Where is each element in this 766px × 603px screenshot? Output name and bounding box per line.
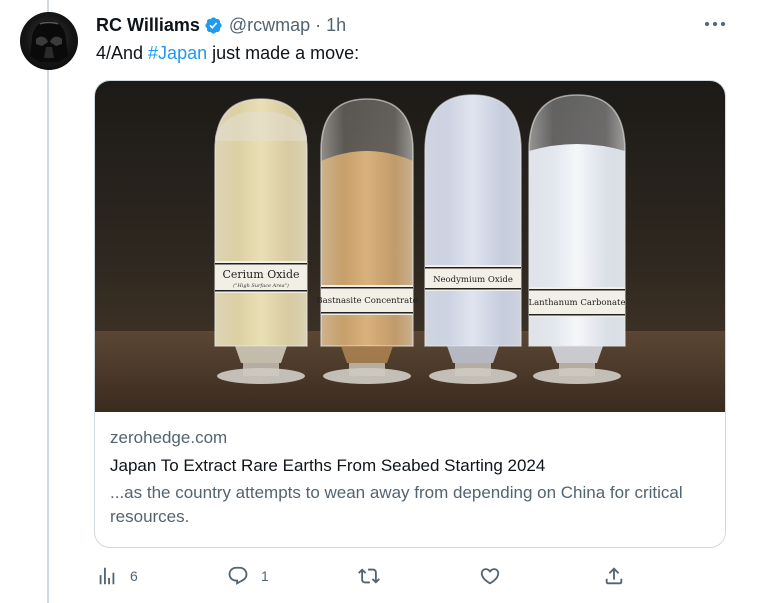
thread-line <box>47 0 49 603</box>
card-description: ...as the country attempts to wean away … <box>110 483 683 526</box>
timestamp[interactable]: 1h <box>326 15 346 36</box>
handle[interactable]: @rcwmap <box>229 15 310 36</box>
reply-button[interactable]: 1 <box>227 562 269 590</box>
reply-icon <box>228 566 248 585</box>
retweet-icon <box>358 568 380 584</box>
replies-count: 1 <box>261 568 269 584</box>
tweet-text-suffix: just made a move: <box>207 43 360 63</box>
share-icon <box>605 567 623 585</box>
vial-label-4: Lanthanum Carbonate <box>528 298 625 308</box>
tweet-text-prefix: 4/And <box>96 43 149 63</box>
card-domain: zerohedge.com <box>110 428 228 447</box>
hashtag-link[interactable]: #Japan <box>148 43 207 63</box>
more-icon[interactable] <box>703 14 727 34</box>
avatar[interactable] <box>20 12 78 70</box>
link-card[interactable]: Cerium Oxide ("High Surface Area") Bastn… <box>94 80 726 548</box>
verified-icon <box>205 16 222 34</box>
more-dot <box>713 22 717 26</box>
more-dot <box>721 22 725 26</box>
views-count: 6 <box>130 568 138 584</box>
like-button[interactable] <box>479 562 501 590</box>
more-dot <box>705 22 709 26</box>
avatar-helmet-icon <box>30 21 68 62</box>
vial-sublabel-1: ("High Surface Area") <box>233 282 289 289</box>
vial-label-3: Neodymium Oxide <box>433 275 513 285</box>
card-title: Japan To Extract Rare Earths From Seabed… <box>110 456 546 475</box>
tweet-actions: 6 1 <box>96 562 636 590</box>
separator-dot: · <box>315 14 322 35</box>
share-button[interactable] <box>603 562 625 590</box>
vial-label-2: Bastnasite Concentrate <box>316 296 417 306</box>
display-name[interactable]: RC Williams <box>96 15 200 36</box>
tweet-header: RC Williams @rcwmap · 1h <box>96 14 346 36</box>
card-body: zerohedge.com Japan To Extract Rare Eart… <box>110 427 710 529</box>
views-button[interactable]: 6 <box>96 562 138 590</box>
tweet-text: 4/And #Japan just made a move: <box>96 42 359 64</box>
like-icon <box>480 568 500 585</box>
retweet-button[interactable] <box>358 562 380 590</box>
card-image: Cerium Oxide ("High Surface Area") Bastn… <box>95 81 725 412</box>
vial-label-1: Cerium Oxide <box>222 268 299 281</box>
views-icon <box>99 567 115 585</box>
